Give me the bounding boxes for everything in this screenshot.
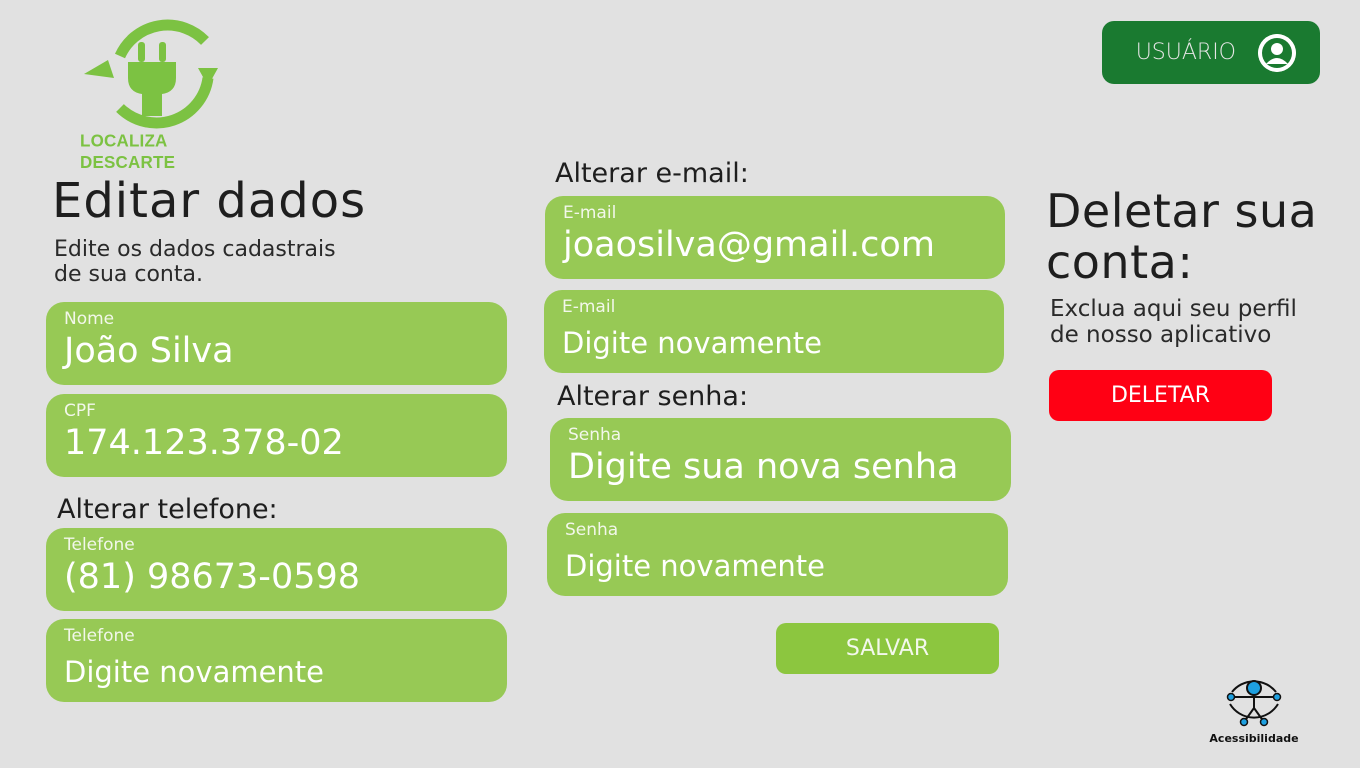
- name-field-label: Nome: [64, 309, 115, 329]
- phone-section-title: Alterar telefone:: [57, 494, 278, 525]
- delete-button[interactable]: DELETAR: [1049, 370, 1272, 421]
- password-confirm-field[interactable]: Senha Digite novamente: [547, 513, 1008, 596]
- email-field-value: joaosilva@gmail.com: [563, 225, 935, 265]
- delete-account-title-line-1: Deletar sua: [1046, 184, 1318, 238]
- cpf-field[interactable]: CPF 174.123.378-02: [46, 394, 507, 477]
- page-title: Editar dados: [52, 173, 367, 229]
- accessibility-button[interactable]: Acessibilidade: [1206, 670, 1302, 756]
- phone-confirm-field[interactable]: Telefone Digite novamente: [46, 619, 507, 702]
- delete-account-title-line-2: conta:: [1046, 235, 1194, 289]
- phone-confirm-field-label: Telefone: [64, 626, 135, 646]
- cpf-field-label: CPF: [64, 401, 96, 421]
- password-confirm-field-placeholder: Digite novamente: [565, 549, 826, 583]
- cpf-field-value: 174.123.378-02: [64, 423, 344, 463]
- accessibility-label: Acessibilidade: [1209, 732, 1299, 745]
- phone-field[interactable]: Telefone (81) 98673-0598: [46, 528, 507, 611]
- page-subtitle-line-1: Edite os dados cadastrais: [54, 237, 336, 262]
- email-field[interactable]: E-mail joaosilva@gmail.com: [545, 196, 1005, 279]
- accessibility-icon: [1226, 680, 1282, 727]
- password-section-title: Alterar senha:: [557, 381, 749, 412]
- email-confirm-field-placeholder: Digite novamente: [562, 326, 823, 360]
- save-button[interactable]: SALVAR: [776, 623, 999, 674]
- plug-recycle-icon: [84, 19, 218, 129]
- email-confirm-field-label: E-mail: [562, 297, 616, 317]
- page-subtitle-line-2: de sua conta.: [54, 262, 203, 287]
- password-field[interactable]: Senha Digite sua nova senha: [550, 418, 1011, 501]
- password-field-value: Digite sua nova senha: [568, 447, 959, 487]
- password-field-label: Senha: [568, 425, 622, 445]
- email-confirm-field[interactable]: E-mail Digite novamente: [544, 290, 1004, 373]
- user-menu-label: USUÁRIO: [1135, 40, 1236, 65]
- user-menu-button[interactable]: USUÁRIO: [1102, 21, 1320, 84]
- delete-account-title: Deletar sua conta:: [1046, 186, 1356, 288]
- phone-field-value: (81) 98673-0598: [64, 557, 361, 597]
- email-section-title: Alterar e-mail:: [555, 158, 749, 189]
- logo-text: LOCALIZA DESCARTE: [80, 131, 176, 172]
- password-confirm-field-label: Senha: [565, 520, 619, 540]
- delete-account-subtitle-line-1: Exclua aqui seu perfil: [1050, 296, 1297, 322]
- email-field-label: E-mail: [563, 203, 617, 223]
- name-field[interactable]: Nome João Silva: [46, 302, 507, 385]
- phone-confirm-field-placeholder: Digite novamente: [64, 655, 325, 689]
- phone-field-label: Telefone: [64, 535, 135, 555]
- user-avatar-icon: [1258, 33, 1296, 72]
- delete-account-subtitle: Exclua aqui seu perfil de nosso aplicati…: [1050, 296, 1350, 348]
- page-subtitle: Edite os dados cadastrais de sua conta.: [54, 237, 414, 287]
- app-logo[interactable]: LOCALIZA DESCARTE: [80, 16, 240, 172]
- delete-account-subtitle-line-2: de nosso aplicativo: [1050, 322, 1272, 348]
- name-field-value: João Silva: [64, 331, 234, 371]
